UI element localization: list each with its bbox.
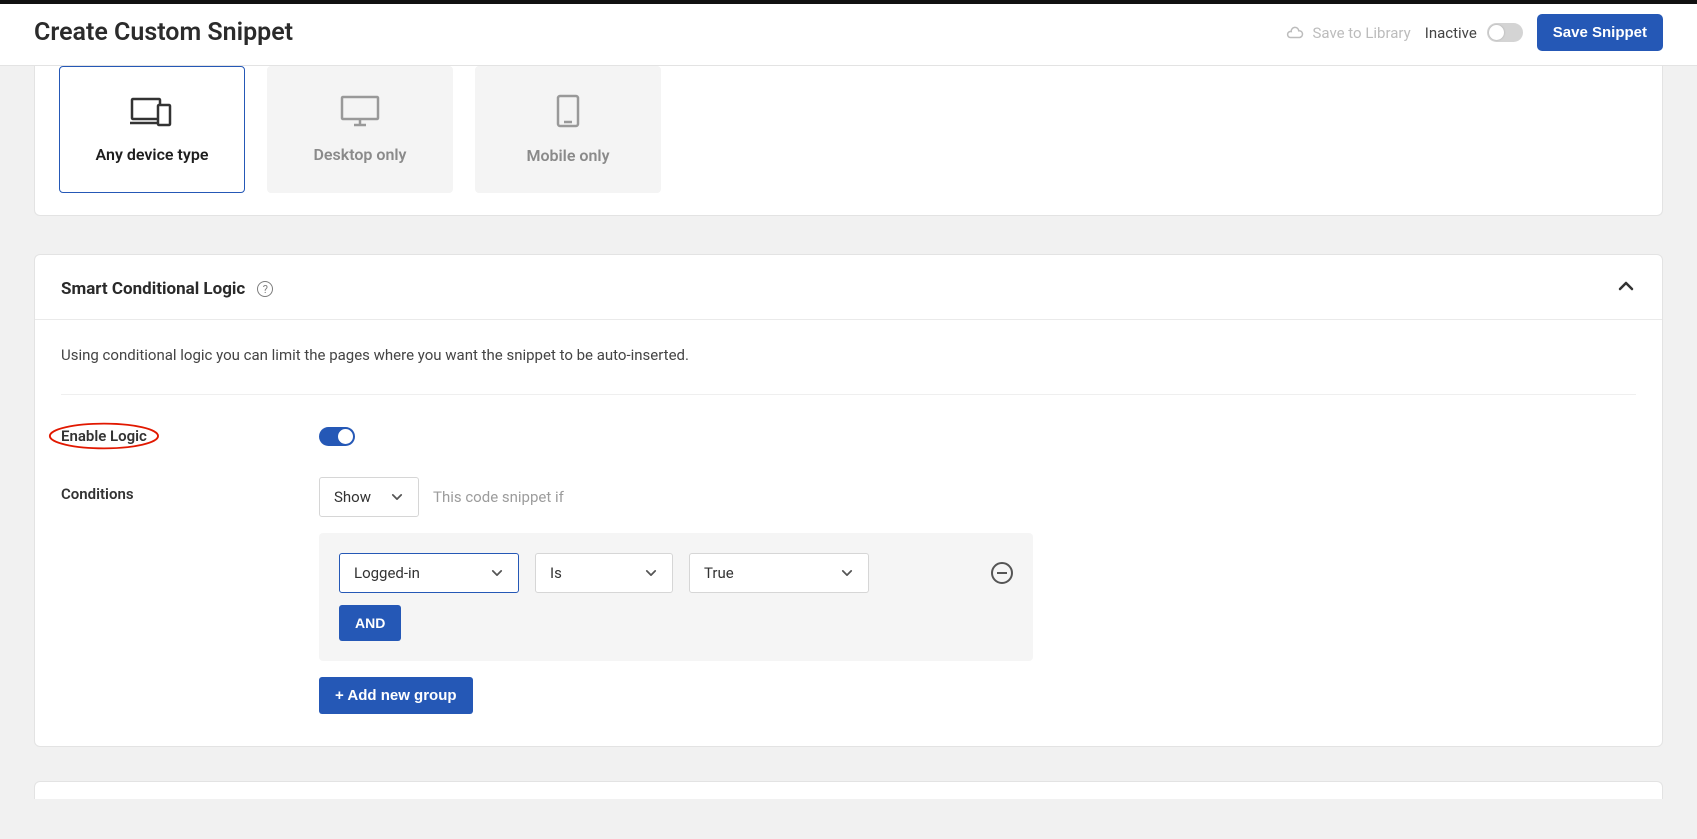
collapse-toggle[interactable] xyxy=(1616,277,1636,301)
add-new-group-button[interactable]: + Add new group xyxy=(319,677,473,714)
condition-value-value: True xyxy=(704,564,734,582)
save-snippet-button[interactable]: Save Snippet xyxy=(1537,14,1663,51)
device-option-mobile[interactable]: Mobile only xyxy=(475,66,661,193)
page-title: Create Custom Snippet xyxy=(34,18,293,47)
conditions-content: Show This code snippet if Logged-in xyxy=(319,477,1636,714)
status-toggle-wrap: Inactive xyxy=(1425,23,1523,42)
mobile-icon xyxy=(556,94,580,128)
scl-header: Smart Conditional Logic ? xyxy=(35,255,1662,320)
condition-field-value: Logged-in xyxy=(354,564,420,582)
device-option-any-label: Any device type xyxy=(96,145,209,164)
chevron-down-icon xyxy=(388,488,406,506)
enable-logic-label-wrap: Enable Logic xyxy=(61,421,319,451)
save-to-library-label: Save to Library xyxy=(1312,24,1410,42)
desktop-icon xyxy=(338,95,382,127)
canvas: Any device type Desktop only Mobile only xyxy=(0,66,1697,839)
condition-group: Logged-in Is xyxy=(319,533,1033,661)
device-option-any[interactable]: Any device type xyxy=(59,66,245,193)
page-header: Create Custom Snippet Save to Library In… xyxy=(0,4,1697,66)
conditions-instruction: This code snippet if xyxy=(433,488,564,506)
enable-logic-toggle[interactable] xyxy=(319,427,355,446)
chevron-up-icon xyxy=(1616,277,1636,297)
next-card-peek xyxy=(34,781,1663,799)
enable-logic-row: Enable Logic xyxy=(61,421,1636,451)
smart-conditional-logic-card: Smart Conditional Logic ? Using conditio… xyxy=(34,254,1663,747)
condition-value-select[interactable]: True xyxy=(689,553,869,593)
save-to-library-link[interactable]: Save to Library xyxy=(1286,24,1410,42)
show-hide-select[interactable]: Show xyxy=(319,477,419,517)
device-type-row: Any device type Desktop only Mobile only xyxy=(35,66,1662,215)
device-option-desktop-label: Desktop only xyxy=(313,145,406,164)
scl-body: Using conditional logic you can limit th… xyxy=(35,320,1662,746)
help-icon[interactable]: ? xyxy=(257,281,273,297)
scl-title-text: Smart Conditional Logic xyxy=(61,279,245,299)
enable-logic-label: Enable Logic xyxy=(61,427,147,445)
status-label: Inactive xyxy=(1425,24,1477,42)
conditions-first-line: Show This code snippet if xyxy=(319,477,1636,517)
scl-title: Smart Conditional Logic ? xyxy=(61,279,273,299)
show-hide-value: Show xyxy=(334,488,371,506)
device-option-mobile-label: Mobile only xyxy=(526,146,609,165)
and-button[interactable]: AND xyxy=(339,605,401,641)
conditions-label: Conditions xyxy=(61,477,319,503)
scl-description: Using conditional logic you can limit th… xyxy=(61,346,1636,395)
devices-icon xyxy=(130,95,174,127)
status-toggle[interactable] xyxy=(1487,23,1523,42)
cloud-icon xyxy=(1286,26,1304,40)
condition-operator-select[interactable]: Is xyxy=(535,553,673,593)
condition-field-select[interactable]: Logged-in xyxy=(339,553,519,593)
conditions-row: Conditions Show This code snippet if xyxy=(61,477,1636,714)
device-type-card: Any device type Desktop only Mobile only xyxy=(34,66,1663,216)
condition-line: Logged-in Is xyxy=(339,553,1013,593)
device-option-desktop[interactable]: Desktop only xyxy=(267,66,453,193)
remove-condition-button[interactable] xyxy=(991,562,1013,584)
chevron-down-icon xyxy=(838,564,856,582)
minus-icon xyxy=(997,572,1007,574)
condition-operator-value: Is xyxy=(550,564,562,582)
chevron-down-icon xyxy=(642,564,660,582)
chevron-down-icon xyxy=(488,564,506,582)
